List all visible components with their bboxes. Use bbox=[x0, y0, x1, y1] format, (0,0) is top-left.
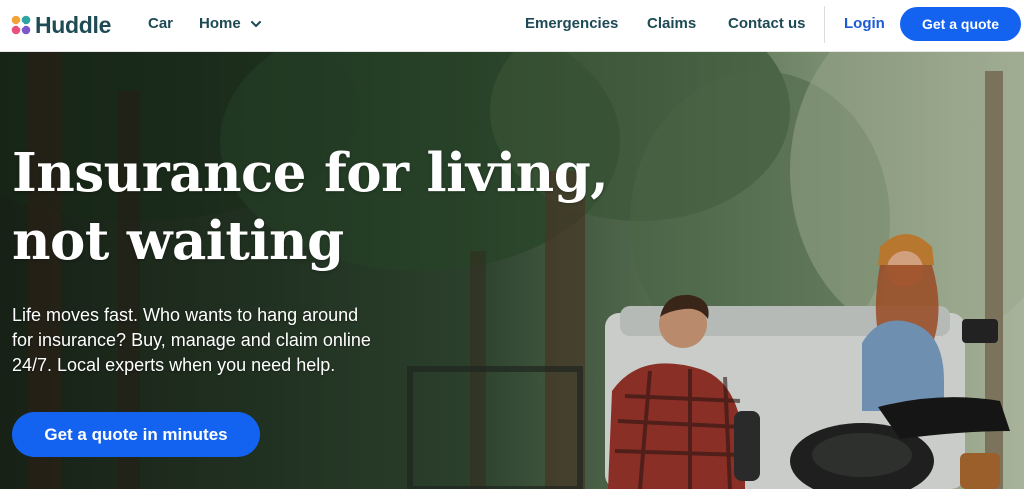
get-a-quote-button[interactable]: Get a quote bbox=[900, 7, 1021, 41]
hero-subtext-line-1: Life moves fast. Who wants to hang aroun… bbox=[12, 305, 359, 325]
hero-headline-line-2: not waiting bbox=[12, 210, 344, 272]
get-a-quote-in-minutes-button[interactable]: Get a quote in minutes bbox=[12, 412, 260, 457]
login-link[interactable]: Login bbox=[844, 15, 885, 32]
hero-subtext: Life moves fast. Who wants to hang aroun… bbox=[12, 303, 442, 378]
hero-section: Insurance for living, not waiting Life m… bbox=[0, 51, 1024, 489]
hero-headline-line-1: Insurance for living, bbox=[12, 142, 609, 204]
hero-subtext-line-2: for insurance? Buy, manage and claim onl… bbox=[12, 330, 371, 350]
chevron-down-icon bbox=[250, 20, 261, 27]
huddle-logo-icon bbox=[11, 15, 31, 35]
nav-link-car[interactable]: Car bbox=[148, 15, 173, 32]
nav-divider bbox=[824, 6, 825, 43]
top-navigation: Huddle Car Home Emergencies Claims Conta… bbox=[0, 0, 1024, 51]
brand-logo[interactable]: Huddle bbox=[10, 10, 111, 40]
nav-link-contact-us[interactable]: Contact us bbox=[728, 15, 806, 32]
nav-link-home-label: Home bbox=[199, 15, 241, 32]
nav-link-claims[interactable]: Claims bbox=[647, 15, 696, 32]
nav-link-home[interactable]: Home bbox=[199, 15, 262, 32]
nav-link-emergencies[interactable]: Emergencies bbox=[525, 15, 618, 32]
hero-subtext-line-3: 24/7. Local experts when you need help. bbox=[12, 355, 336, 375]
brand-name: Huddle bbox=[35, 11, 112, 38]
hero-headline: Insurance for living, not waiting bbox=[12, 139, 652, 275]
